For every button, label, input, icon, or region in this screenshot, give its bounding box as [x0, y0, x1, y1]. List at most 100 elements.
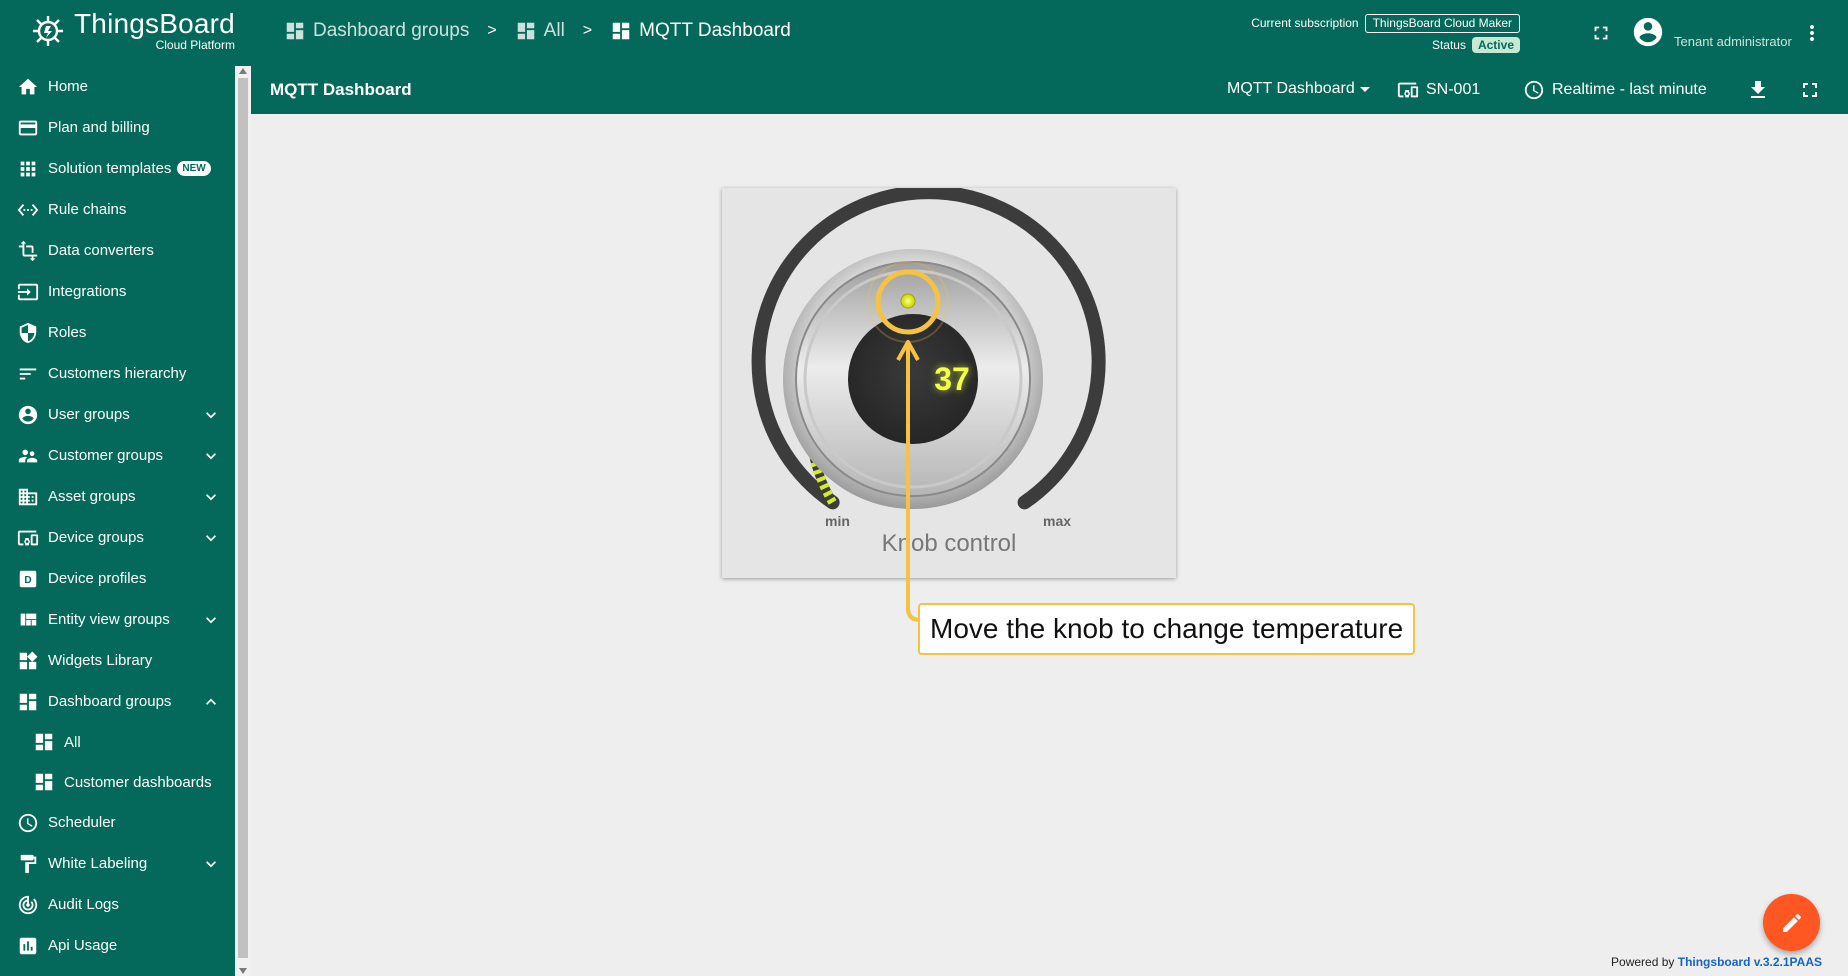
dashboard-icon	[19, 693, 37, 710]
app-logo[interactable]: ThingsBoard Cloud Platform	[26, 8, 235, 52]
device-profile-icon: D	[19, 570, 37, 587]
logo-title: ThingsBoard	[74, 7, 235, 39]
settings-ethernet-icon	[17, 203, 39, 216]
more-vert-icon[interactable]	[1800, 20, 1824, 46]
security-shield-icon	[19, 322, 37, 343]
scroll-down-arrow-icon[interactable]	[239, 968, 247, 974]
sidebar-item-label: Customers hierarchy	[48, 365, 187, 382]
sidebar-item-solution-templates[interactable]: Solution templates NEW	[0, 148, 235, 189]
dashboard-icon	[286, 22, 304, 40]
timewindow-button[interactable]: Realtime - last minute	[1523, 79, 1707, 101]
caret-down-icon	[1359, 86, 1370, 92]
sidebar-item-api-usage[interactable]: Api Usage	[0, 925, 235, 966]
top-toolbar: ThingsBoard Cloud Platform Dashboard gro…	[0, 0, 1848, 66]
scrollbar-thumb[interactable]	[238, 78, 248, 958]
sidebar-item-all[interactable]: All	[0, 722, 235, 762]
apps-grid-icon	[20, 161, 36, 176]
knob-control-widget: 37 min max Knob control	[722, 188, 1176, 578]
sidebar-item-label: White Labeling	[48, 855, 148, 872]
breadcrumb-label: Dashboard groups	[313, 20, 470, 41]
sidebar-item-white-labeling[interactable]: White Labeling	[0, 843, 235, 884]
user-role: Tenant administrator	[1674, 34, 1792, 49]
annotation-tooltip: Move the knob to change temperature	[918, 603, 1416, 655]
dashboard-icon	[35, 773, 53, 791]
entity-alias-select[interactable]: SN-001	[1397, 79, 1480, 101]
account-circle-icon	[18, 405, 38, 424]
schedule-icon	[1524, 80, 1544, 100]
edit-dashboard-button[interactable]	[1763, 894, 1820, 951]
dashboard-icon	[612, 22, 630, 40]
transform-icon	[18, 240, 38, 261]
scroll-up-arrow-icon[interactable]	[239, 68, 247, 74]
subscription-label: Current subscription	[1251, 16, 1359, 30]
thingsboard-logo-icon	[33, 16, 63, 46]
subscription-info: Current subscription ThingsBoard Cloud M…	[1251, 12, 1520, 56]
sidebar-item-user-groups[interactable]: User groups	[0, 394, 235, 435]
track-changes-icon	[18, 895, 38, 914]
breadcrumb-dashboard-groups[interactable]: Dashboard groups	[284, 20, 469, 42]
breadcrumb-all[interactable]: All	[515, 20, 565, 42]
sidebar-item-label: Integrations	[48, 283, 127, 300]
powered-by-label: Powered by	[1611, 955, 1675, 969]
sidebar-item-plan-and-billing[interactable]: Plan and billing	[0, 107, 235, 148]
annotation-pointer	[867, 261, 949, 622]
breadcrumb-mqtt-dashboard: MQTT Dashboard	[610, 20, 791, 42]
sidebar-item-roles[interactable]: Roles	[0, 312, 235, 353]
sidebar-scrollbar[interactable]	[235, 66, 251, 976]
sidebar-item-data-converters[interactable]: Data converters	[0, 230, 235, 271]
sidebar-item-device-profiles[interactable]: D Device profiles	[0, 558, 235, 599]
sidebar-item-entity-view-groups[interactable]: Entity view groups	[0, 599, 235, 640]
sidebar-item-customer-dashboards[interactable]: Customer dashboards	[0, 762, 235, 802]
view-quilt-icon	[20, 613, 37, 625]
chevron-down-icon	[206, 861, 216, 868]
dashboard-icon	[517, 22, 534, 40]
sidebar-item-audit-logs[interactable]: Audit Logs	[0, 884, 235, 925]
sidebar-item-customers-hierarchy[interactable]: Customers hierarchy	[0, 353, 235, 394]
sidebar-item-label: Device profiles	[48, 570, 147, 587]
sidebar-item-dashboard-groups[interactable]: Dashboard groups	[0, 681, 235, 722]
sidebar-item-rule-chains[interactable]: Rule chains	[0, 189, 235, 230]
sidebar-item-label: Scheduler	[48, 814, 116, 831]
account-circle-icon[interactable]	[1631, 15, 1665, 49]
breadcrumb-label: All	[543, 20, 565, 41]
sidebar-item-scheduler[interactable]: Scheduler	[0, 802, 235, 843]
chevron-down-icon	[206, 494, 216, 501]
sidebar-item-widgets-library[interactable]: Widgets Library	[0, 640, 235, 681]
version-link[interactable]: Thingsboard v.3.2.1PAAS	[1678, 955, 1822, 969]
sidebar-item-asset-groups[interactable]: Asset groups	[0, 476, 235, 517]
sidebar-item-label: Solution templates	[48, 160, 172, 177]
chevron-down-icon	[206, 453, 216, 460]
sidebar-item-label: Customer groups	[48, 447, 164, 464]
chevron-down-icon	[206, 412, 216, 419]
home-icon	[18, 78, 38, 94]
sidebar-item-device-groups[interactable]: Device groups	[0, 517, 235, 558]
status-badge: Active	[1471, 37, 1520, 53]
dashboard-state-select[interactable]: MQTT Dashboard	[1227, 80, 1370, 98]
credit-card-icon	[18, 120, 38, 135]
sidebar-item-label: Plan and billing	[48, 119, 150, 136]
dashboard-state-value: MQTT Dashboard	[1227, 80, 1355, 97]
sidebar-item-home[interactable]: Home	[0, 66, 235, 107]
dashboard-title: MQTT Dashboard	[270, 80, 412, 99]
sidebar-item-label: All	[64, 733, 81, 751]
sidebar-item-integrations[interactable]: Integrations	[0, 271, 235, 312]
dashboard-toolbar: MQTT Dashboard MQTT Dashboard SN-001 Rea…	[251, 66, 1848, 114]
sidebar-item-label: Widgets Library	[48, 652, 153, 669]
chevron-down-icon	[206, 617, 216, 624]
sidebar: Home Plan and billing Solution templates…	[0, 66, 235, 976]
chevron-up-icon	[206, 698, 216, 705]
svg-text:D: D	[24, 575, 31, 586]
new-badge: NEW	[177, 161, 211, 176]
sidebar-item-customer-groups[interactable]: Customer groups	[0, 435, 235, 476]
sidebar-item-label: Home	[48, 78, 89, 95]
breadcrumb-separator: >	[487, 22, 497, 39]
download-icon[interactable]	[1746, 78, 1770, 102]
input-icon	[17, 283, 39, 300]
subscription-plan-badge[interactable]: ThingsBoard Cloud Maker	[1364, 13, 1520, 33]
powered-by: Powered by Thingsboard v.3.2.1PAAS	[1611, 955, 1822, 969]
sidebar-item-label: Device groups	[48, 529, 144, 546]
schedule-icon	[18, 813, 38, 832]
fullscreen-icon[interactable]	[1590, 22, 1612, 44]
fullscreen-icon[interactable]	[1798, 78, 1822, 102]
sidebar-item-label: Roles	[48, 324, 87, 341]
